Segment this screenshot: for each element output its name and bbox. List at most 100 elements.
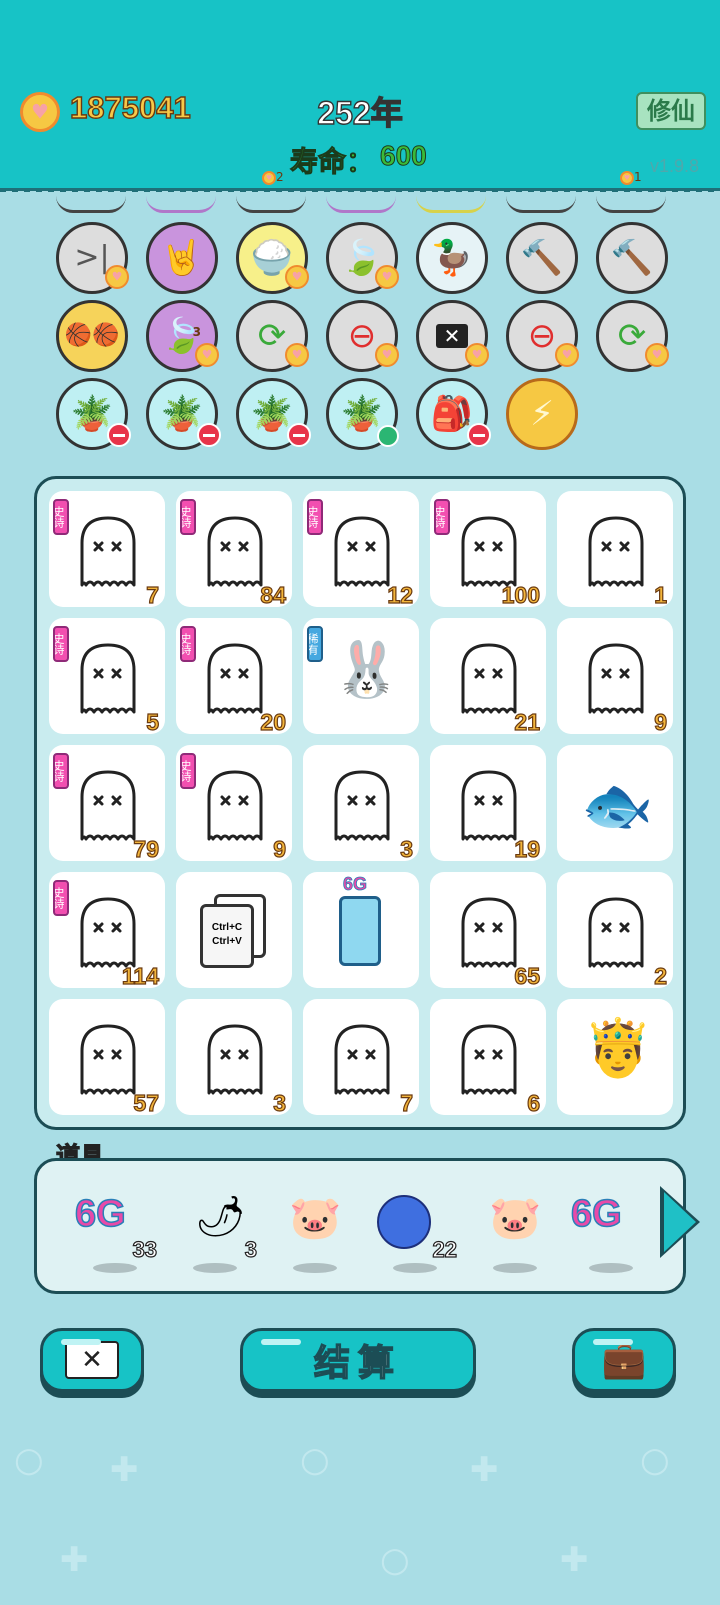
top-bar: 1875041 252年 寿命： 600 修仙 v1.9.8 2 1 — [0, 0, 720, 191]
exit-button[interactable]: ✕ — [40, 1328, 144, 1392]
6g-icon: 6G — [570, 1192, 622, 1236]
skill-leaf-coin[interactable]: 🍃 — [326, 222, 399, 294]
backpack-button[interactable]: 💼 — [572, 1328, 676, 1392]
hammer-icon: 🔨 — [520, 238, 564, 278]
prop-6g[interactable]: 6G 33 — [67, 1192, 158, 1273]
ghost-icon — [79, 515, 137, 587]
skill-rock-hand[interactable]: 🤘 — [146, 222, 218, 294]
grid-cell[interactable]: 3 — [176, 999, 292, 1117]
skill-hammer[interactable]: 🔨 — [506, 222, 578, 294]
ghost-icon — [460, 1023, 518, 1095]
prop-piggy-bank[interactable]: 🐷 — [267, 1193, 357, 1273]
delete-tag-icon: ✕ — [435, 324, 469, 348]
ghost-icon — [460, 896, 518, 968]
koi-fish-icon: 🐟 — [581, 771, 654, 839]
skill-rice-bowl[interactable]: 🍚 — [236, 222, 309, 294]
skill-row-partial — [236, 196, 306, 213]
background-pattern: ✚ — [470, 1450, 499, 1490]
skill-refresh[interactable]: ⟳ — [236, 300, 309, 372]
grid-cell[interactable]: 史诗 7 — [49, 491, 165, 609]
epic-tag: 史诗 — [53, 499, 69, 535]
grid-cell[interactable]: 🤴 — [557, 999, 673, 1115]
skill-lightning[interactable]: ⚡ — [506, 378, 578, 450]
prop-shadow — [293, 1263, 337, 1273]
header-divider — [0, 188, 720, 192]
grid-cell[interactable]: 65 — [430, 872, 546, 990]
skill-remove[interactable]: ⊖ — [506, 300, 579, 372]
skill-hammer[interactable]: 🔨 — [596, 222, 668, 294]
grid-cell[interactable]: 7 — [303, 999, 419, 1117]
skill-basketballs[interactable]: 🏀🏀 — [56, 300, 128, 372]
button-shine — [593, 1339, 633, 1345]
skill-flower-pot[interactable]: 🪴 — [326, 378, 399, 450]
rock-hand-icon: 🤘 — [160, 238, 204, 278]
epic-tag: 史诗 — [180, 499, 196, 535]
grid-cell[interactable]: 57 — [49, 999, 165, 1117]
grid-cell[interactable]: 9 — [557, 618, 673, 736]
skill-leaf[interactable]: 🍃 3 — [146, 300, 219, 372]
item-count: 114 — [121, 962, 159, 989]
epic-tag: 史诗 — [180, 753, 196, 789]
cultivate-button[interactable]: 修仙 — [636, 92, 706, 130]
refresh-icon: ⟳ — [617, 316, 647, 356]
grid-cell[interactable]: 史诗 20 — [176, 618, 292, 736]
cost-indicator: 2 — [262, 170, 284, 185]
skill-flower-pot[interactable]: 🪴 — [56, 378, 131, 450]
skill-remove[interactable]: ⊖ — [326, 300, 399, 372]
skill-duck-pot[interactable]: 🦆 — [416, 222, 488, 294]
item-count: 21 — [514, 708, 541, 735]
item-count: 6 — [527, 1089, 541, 1116]
bag-icon: 🎒 — [430, 394, 474, 434]
skill-flower-pot[interactable]: 🪴 — [236, 378, 311, 450]
grid-cell[interactable]: 2 — [557, 872, 673, 990]
grid-cell[interactable]: 史诗 114 — [49, 872, 165, 990]
grid-cell[interactable]: 🐟 — [557, 745, 673, 861]
grid-cell[interactable]: 1 — [557, 491, 673, 609]
item-count: 5 — [146, 708, 160, 735]
grid-cell[interactable]: 🐰 稀有 — [303, 618, 419, 734]
lightning-icon: ⚡ — [530, 394, 554, 434]
skill-row-partial — [146, 196, 216, 213]
prop-blueberry[interactable]: 22 — [367, 1193, 458, 1273]
piggy-bank-icon: 🐷 — [489, 1193, 542, 1242]
grid-cell[interactable]: 史诗 9 — [176, 745, 292, 863]
coin-balance: 1875041 — [69, 89, 191, 125]
skill-skip[interactable]: >| — [56, 222, 129, 294]
grid-cell[interactable]: 6 — [430, 999, 546, 1117]
grid-cell[interactable]: 史诗 12 — [303, 491, 419, 609]
skill-refresh[interactable]: ⟳ — [596, 300, 669, 372]
prop-piggy-bank[interactable]: 🐷 — [467, 1193, 557, 1273]
ghost-icon — [333, 1023, 391, 1095]
flower-pot-icon: 🪴 — [160, 394, 204, 434]
ghost-icon — [206, 515, 264, 587]
prop-6g[interactable]: 6G — [563, 1192, 653, 1273]
background-pattern: ○ — [14, 1440, 44, 1480]
props-next-arrow-icon[interactable] — [664, 1192, 696, 1252]
skill-bag[interactable]: 🎒 — [416, 378, 491, 450]
settle-button[interactable]: 结算 — [240, 1328, 476, 1392]
delete-tag-icon: ✕ — [65, 1341, 119, 1379]
grid-cell[interactable]: 史诗 79 — [49, 745, 165, 863]
item-count: 7 — [146, 581, 160, 608]
grid-cell[interactable]: 史诗 84 — [176, 491, 292, 609]
grid-cell[interactable]: 21 — [430, 618, 546, 736]
grid-cell[interactable]: 史诗 5 — [49, 618, 165, 736]
grid-cell[interactable]: 3 — [303, 745, 419, 863]
grid-cell[interactable]: Ctrl+C Ctrl+V — [176, 872, 292, 988]
ghost-icon — [460, 769, 518, 841]
grid-cell[interactable]: 史诗 100 — [430, 491, 546, 609]
coin-icon — [195, 343, 219, 367]
coin-icon — [375, 265, 399, 289]
grid-cell[interactable]: 19 — [430, 745, 546, 863]
lifespan-label: 寿命： — [289, 145, 375, 179]
coin-icon — [285, 343, 309, 367]
skill-delete[interactable]: ✕ — [416, 300, 489, 372]
grid-cell[interactable]: 6G — [303, 872, 419, 988]
leaf-count: 3 — [192, 325, 201, 339]
prop-chili[interactable]: 🌶 3 — [167, 1193, 258, 1273]
skill-flower-pot[interactable]: 🪴 — [146, 378, 221, 450]
item-count: 3 — [273, 1089, 287, 1116]
rabbit-icon: 🐰 — [333, 638, 401, 701]
button-shine — [261, 1339, 301, 1345]
duck-pot-icon: 🦆 — [430, 238, 474, 278]
